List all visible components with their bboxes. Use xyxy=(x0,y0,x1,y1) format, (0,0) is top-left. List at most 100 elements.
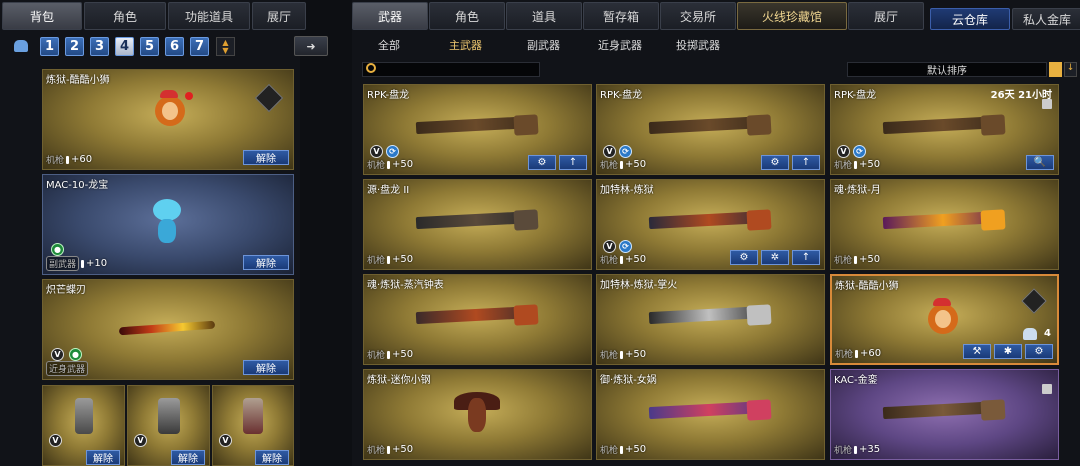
gear-icon[interactable]: ⚙ xyxy=(1025,344,1053,359)
ammo-count: +50 xyxy=(625,254,647,265)
weapon-card[interactable]: 加特林-炼狱-掌火 机枪 +50 xyxy=(596,274,825,365)
tab-function-items[interactable]: 功能道具 xyxy=(168,2,250,30)
weapon-stock xyxy=(980,114,1006,136)
unequip-button[interactable]: 解除 xyxy=(243,255,289,270)
weapon-badge: 机枪 +50 xyxy=(834,158,880,171)
unequip-button[interactable]: 解除 xyxy=(255,450,289,465)
page-3-button[interactable]: 3 xyxy=(90,37,109,56)
weapon-card[interactable]: KAC-金銮 机枪 +35 xyxy=(830,369,1059,460)
ammo-count: +35 xyxy=(859,444,881,455)
equipped-card-knife[interactable]: 炽芒蝶刃 V ● 近身武器 解除 xyxy=(42,279,294,380)
category-label: 机枪 xyxy=(600,446,619,456)
tab-weapons[interactable]: 武器 xyxy=(352,2,428,30)
weapon-card[interactable]: 魂·炼狱-蒸汽钟表 机枪 +50 xyxy=(363,274,592,365)
list-view-icon[interactable] xyxy=(1049,62,1062,77)
tab-private-vault[interactable]: 私人金库 xyxy=(1012,8,1080,30)
weapon-name: 加特林-炼狱 xyxy=(600,185,654,196)
gear-icon[interactable]: ⚙ xyxy=(528,155,556,170)
backpack-icon xyxy=(14,40,28,52)
tab-temp-storage[interactable]: 暂存箱 xyxy=(583,2,659,30)
tab-backpack[interactable]: 背包 xyxy=(2,2,82,30)
category-label: 机枪 xyxy=(600,161,619,171)
page-1-button[interactable]: 1 xyxy=(40,37,59,56)
page-5-button[interactable]: 5 xyxy=(140,37,159,56)
gear-icon[interactable]: ⚙ xyxy=(761,155,789,170)
tab-right-showroom[interactable]: 展厅 xyxy=(848,2,924,30)
subtab-throwing[interactable]: 投掷武器 xyxy=(676,37,720,53)
category-label: 机枪 xyxy=(600,256,619,266)
grenade-slot-3[interactable]: V 解除 xyxy=(212,385,294,466)
page-stepper[interactable]: ▲ ▼ xyxy=(216,37,235,56)
grenade-slot-2[interactable]: V 解除 xyxy=(127,385,210,466)
ammo-icon xyxy=(855,349,859,358)
weapon-card[interactable]: 御·炼狱-女娲 机枪 +50 xyxy=(596,369,825,460)
weapon-card[interactable]: RPK-盘龙 V ⟳ 机枪 +50 ⚙ ↑ xyxy=(363,84,592,175)
weapon-stock xyxy=(746,399,772,421)
gear-icon[interactable]: ⚙ xyxy=(730,250,758,265)
tab-exchange[interactable]: 交易所 xyxy=(660,2,736,30)
item-name: 炽芒蝶刃 xyxy=(46,285,86,296)
weapon-card[interactable]: 加特林-炼狱 V ⟳ 机枪 +50 ⚙ ✲ ↑ xyxy=(596,179,825,270)
equipped-card-mac10[interactable]: MAC-10-龙宝 ● 副武器 +10 解除 xyxy=(42,174,294,275)
grenade-slot-1[interactable]: V 解除 xyxy=(42,385,125,466)
category-label: 机枪 xyxy=(834,161,853,171)
weapon-name: 魂·炼狱-蒸汽钟表 xyxy=(367,280,444,291)
hammer-icon[interactable]: ⚒ xyxy=(963,344,991,359)
weapon-card[interactable]: 炼狱-迷你小钢 机枪 +50 xyxy=(363,369,592,460)
settings-icon[interactable]: ✲ xyxy=(761,250,789,265)
category-label: 机枪 xyxy=(367,351,386,361)
tab-character[interactable]: 角色 xyxy=(84,2,166,30)
grenade-image xyxy=(158,398,180,434)
transfer-button[interactable]: ➜ xyxy=(294,36,328,56)
subtab-secondary[interactable]: 副武器 xyxy=(527,37,560,53)
unequip-button[interactable]: 解除 xyxy=(171,450,205,465)
unequip-button[interactable]: 解除 xyxy=(86,450,120,465)
v-rank-icon: V xyxy=(370,145,383,158)
ammo-count: +50 xyxy=(625,444,647,455)
subtab-primary[interactable]: 主武器 xyxy=(449,37,482,53)
unequip-button[interactable]: 解除 xyxy=(243,150,289,165)
tab-showroom[interactable]: 展厅 xyxy=(252,2,306,30)
sort-dropdown[interactable]: 默认排序 xyxy=(847,62,1047,77)
unequip-button[interactable]: 解除 xyxy=(243,360,289,375)
category-label: 机枪 xyxy=(600,351,619,361)
ammo-icon xyxy=(620,350,624,359)
upgrade-arrow-icon[interactable]: ↑ xyxy=(792,250,820,265)
tab-cloud-storage[interactable]: 云仓库 xyxy=(930,8,1010,30)
search-icon[interactable] xyxy=(366,63,376,73)
upgrade-arrow-icon[interactable]: ↑ xyxy=(559,155,587,170)
tab-collection[interactable]: 火线珍藏馆 xyxy=(737,2,847,30)
page-4-button[interactable]: 4 xyxy=(115,37,134,56)
magnify-icon[interactable]: 🔍 xyxy=(1026,155,1054,170)
subtab-melee[interactable]: 近身武器 xyxy=(598,37,642,53)
weapon-stock xyxy=(513,209,539,231)
weapon-card[interactable]: RPK-盘龙 V ⟳ 机枪 +50 ⚙ ↑ xyxy=(596,84,825,175)
equipped-card-lion[interactable]: 炼狱-酷酷小狮 机枪 +60 解除 xyxy=(42,69,294,170)
weapon-name: 魂·炼狱-月 xyxy=(834,185,881,196)
page-6-button[interactable]: 6 xyxy=(165,37,184,56)
page-7-button[interactable]: 7 xyxy=(190,37,209,56)
grenade-image xyxy=(75,398,93,434)
sort-direction-icon[interactable]: ↓ xyxy=(1064,62,1077,77)
weapon-name: 加特林-炼狱-掌火 xyxy=(600,280,678,291)
page-2-button[interactable]: 2 xyxy=(65,37,84,56)
green-skill-icon: ● xyxy=(51,243,64,256)
subtab-all[interactable]: 全部 xyxy=(378,37,400,53)
weapon-card[interactable]: 炼狱-酷酷小狮 4 机枪 +60 ⚒ ✱ ⚙ xyxy=(830,274,1059,365)
v-rank-icon: V xyxy=(134,434,147,447)
lock-icon xyxy=(1042,99,1052,109)
tab-characters[interactable]: 角色 xyxy=(429,2,505,30)
backpack-icon xyxy=(1023,328,1037,340)
weapon-name: RPK-盘龙 xyxy=(367,90,410,101)
wrench-icon[interactable]: ✱ xyxy=(994,344,1022,359)
v-rank-icon: V xyxy=(603,240,616,253)
search-input[interactable] xyxy=(362,62,540,77)
upgrade-arrow-icon[interactable]: ↑ xyxy=(792,155,820,170)
weapon-card[interactable]: 魂·炼狱-月 机枪 +50 xyxy=(830,179,1059,270)
upgrade-icon: ⟳ xyxy=(619,145,632,158)
item-name: 炼狱-酷酷小狮 xyxy=(46,75,110,86)
tab-props[interactable]: 道具 xyxy=(506,2,582,30)
weapon-card[interactable]: 源·盘龙 II 机枪 +50 xyxy=(363,179,592,270)
weapon-card[interactable]: RPK-盘龙 26天 21小时 V ⟳ 机枪 +50 🔍 xyxy=(830,84,1059,175)
weapon-badge: 机枪 +50 xyxy=(600,348,646,361)
